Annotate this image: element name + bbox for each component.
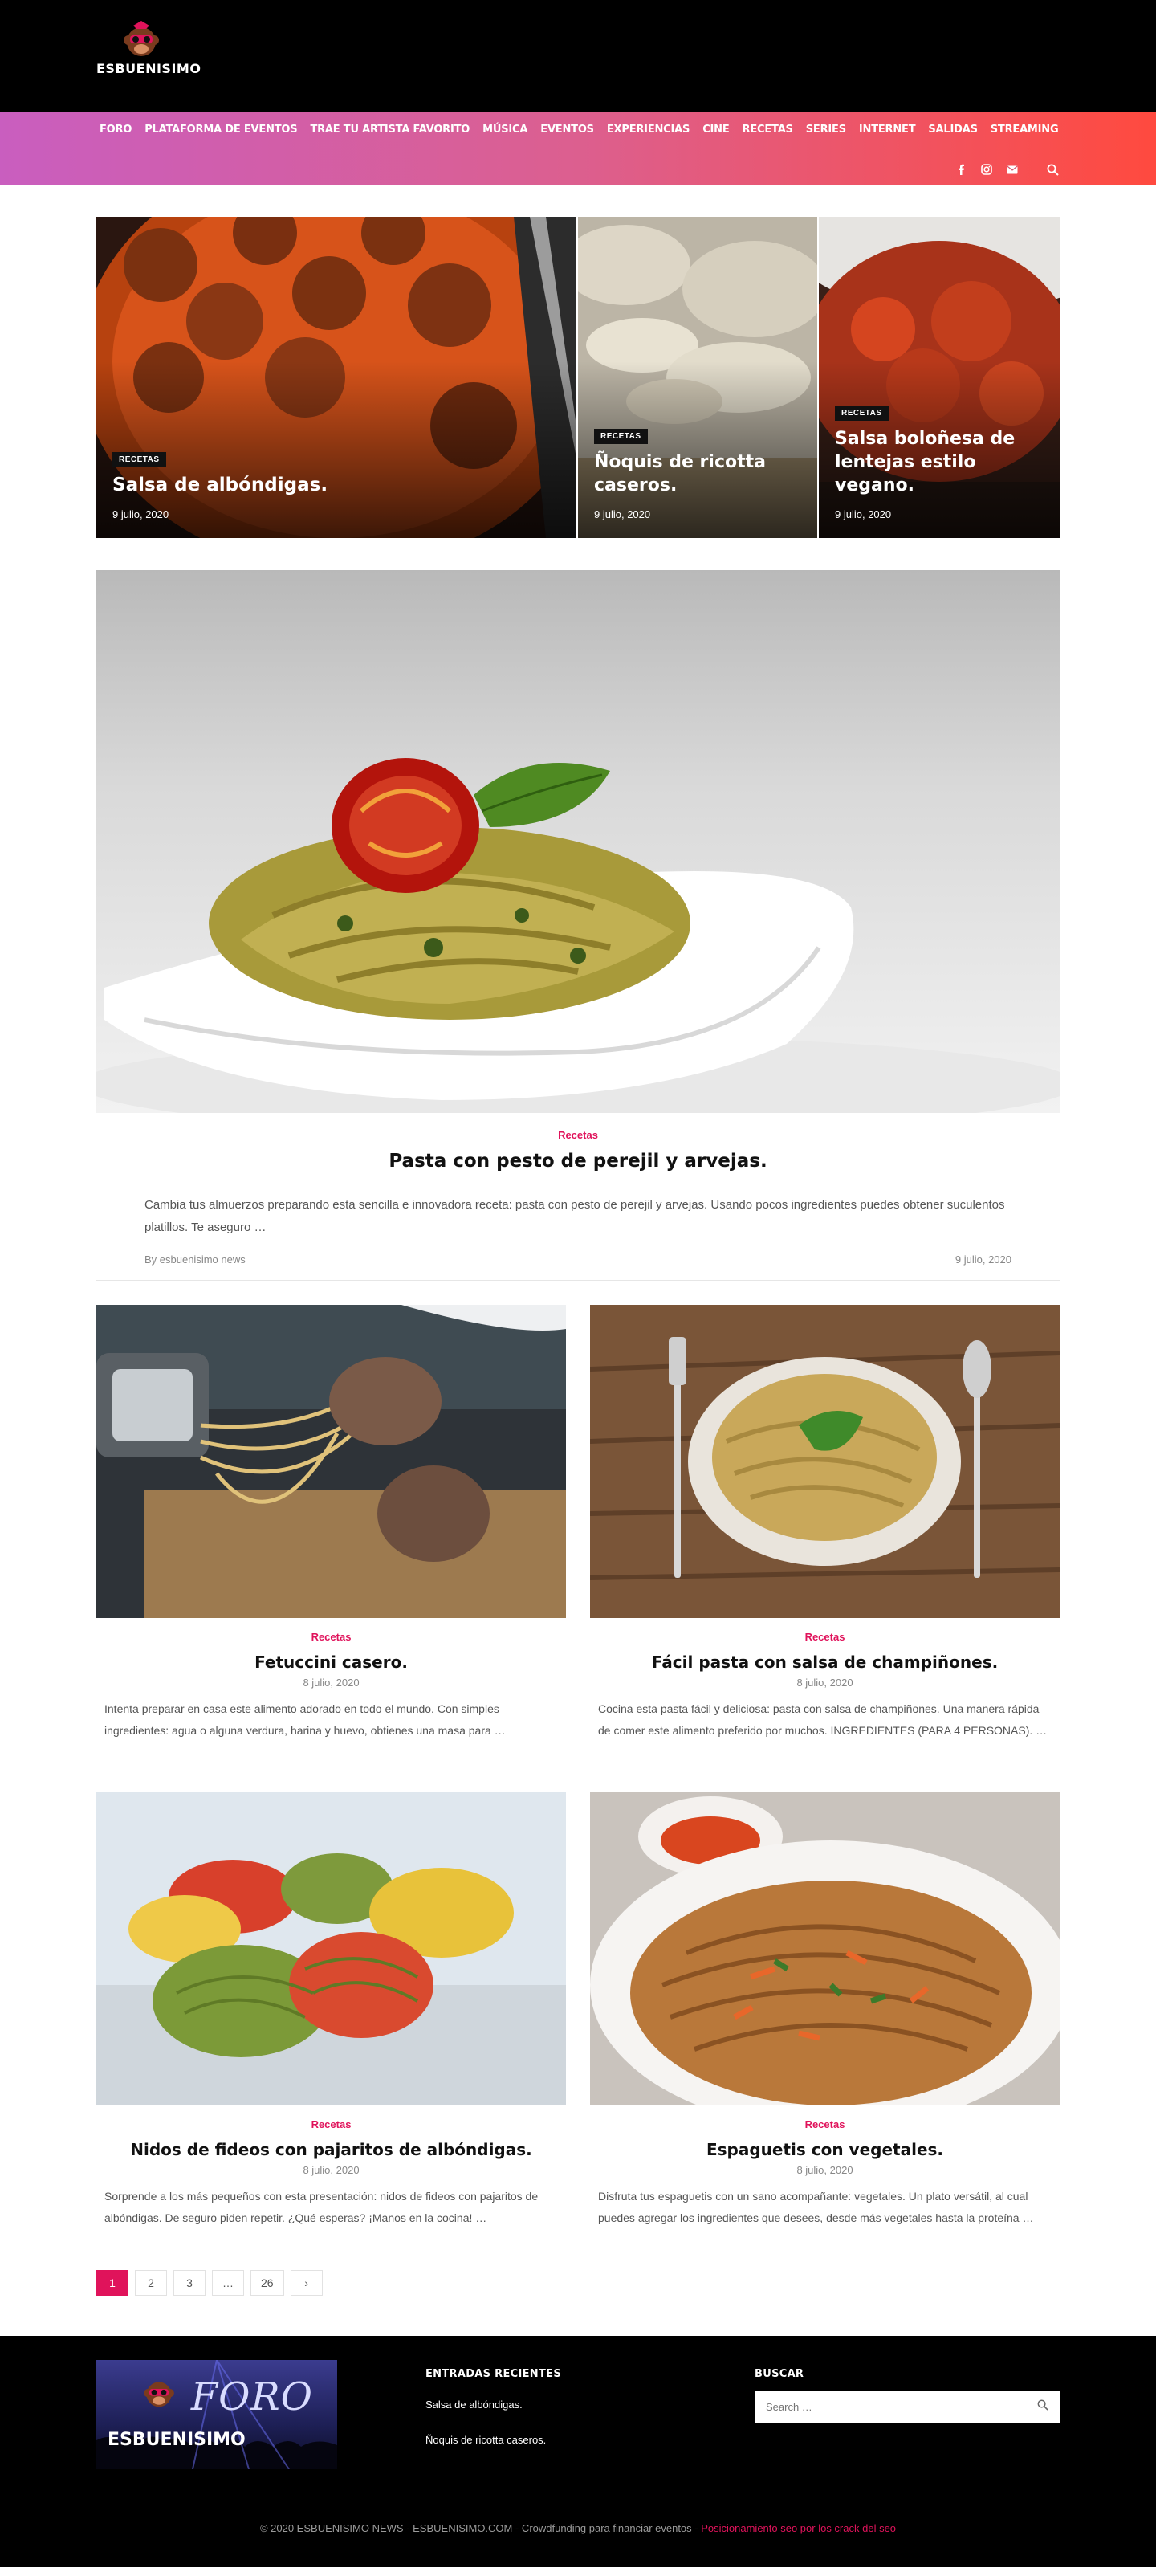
fetuccini-image[interactable] — [96, 1305, 566, 1618]
nav-item-streaming[interactable]: STREAMING — [984, 124, 1065, 136]
mushroom-pasta-image[interactable] — [590, 1305, 1060, 1618]
facebook-icon[interactable] — [954, 162, 968, 177]
site-footer: FORO ESBUENISIMO ENTRADAS RECIENTES Sals… — [0, 2336, 1156, 2567]
copyright: © 2020 ESBUENISIMO NEWS - ESBUENISIMO.CO… — [0, 2522, 1156, 2534]
search-widget-title: BUSCAR — [755, 2368, 804, 2380]
post-card: Recetas Espaguetis con vegetales. 8 juli… — [590, 1792, 1060, 2280]
nav-item-musica[interactable]: MÚSICA — [476, 124, 534, 136]
nav-item-trae-tu-artista[interactable]: TRAE TU ARTISTA FAVORITO — [303, 124, 476, 136]
post-category[interactable]: Recetas — [590, 1631, 1060, 1643]
featured-date: 9 julio, 2020 — [835, 508, 892, 520]
featured-meta: RECETAS Ñoquis de ricotta caseros. 9 jul… — [594, 428, 804, 520]
foro-brand: ESBUENISIMO — [108, 2430, 246, 2450]
copyright-text: © 2020 ESBUENISIMO NEWS - ESBUENISIMO.CO… — [259, 2522, 698, 2534]
nav-item-recetas[interactable]: RECETAS — [736, 124, 800, 136]
category-badge[interactable]: RECETAS — [594, 429, 648, 444]
post-date: 8 julio, 2020 — [303, 2164, 360, 2176]
featured-date: 9 julio, 2020 — [594, 508, 651, 520]
nav-item-plataforma-de-eventos[interactable]: PLATAFORMA DE EVENTOS — [138, 124, 303, 136]
post-excerpt: Intenta preparar en casa este alimento a… — [104, 1702, 506, 1737]
post-title[interactable]: Fácil pasta con salsa de champiñones. — [590, 1653, 1060, 1672]
instagram-icon[interactable] — [979, 162, 994, 177]
main-post: Recetas Pasta con pesto de perejil y arv… — [96, 570, 1060, 1266]
next-page-button[interactable]: › — [290, 2270, 323, 2296]
featured-title[interactable]: Salsa boloñesa de lentejas estilo vegano… — [835, 427, 1047, 497]
nav-item-eventos[interactable]: EVENTOS — [534, 124, 600, 136]
site-header: ESBUENISIMO FORO PLATAFORMA DE EVENTOS T… — [0, 0, 1156, 185]
page-3[interactable]: 3 — [173, 2270, 206, 2296]
post-category[interactable]: Recetas — [96, 1631, 566, 1643]
featured-title[interactable]: Ñoquis de ricotta caseros. — [594, 450, 804, 497]
page-2[interactable]: 2 — [135, 2270, 167, 2296]
nav-item-foro[interactable]: FORO — [100, 124, 138, 136]
featured-posts: RECETAS Salsa de albóndigas. 9 julio, 20… — [96, 217, 1060, 538]
veggie-spaghetti-image[interactable] — [590, 1792, 1060, 2105]
post-card: Recetas Fetuccini casero. 8 julio, 2020 … — [96, 1305, 566, 1792]
post-date: 8 julio, 2020 — [796, 1677, 853, 1689]
post-date: 8 julio, 2020 — [796, 2164, 853, 2176]
seo-link[interactable]: Posicionamiento seo por los crack del se… — [701, 2522, 896, 2534]
post-excerpt: Sorprende a los más pequeños con esta pr… — [104, 2190, 539, 2224]
logo-text: ESBUENISIMO — [96, 61, 201, 76]
post-grid: Recetas Fetuccini casero. 8 julio, 2020 … — [96, 1305, 1060, 2280]
post-title[interactable]: Espaguetis con vegetales. — [590, 2140, 1060, 2159]
recent-post-link[interactable]: Ñoquis de ricotta caseros. — [425, 2434, 546, 2446]
post-excerpt: Cocina esta pasta fácil y deliciosa: pas… — [598, 1702, 1048, 1737]
featured-date: 9 julio, 2020 — [112, 508, 169, 520]
featured-card[interactable]: RECETAS Salsa boloñesa de lentejas estil… — [819, 217, 1060, 538]
featured-card[interactable]: RECETAS Ñoquis de ricotta caseros. 9 jul… — [578, 217, 817, 538]
post-category[interactable]: Recetas — [96, 2118, 566, 2130]
foro-word: FORO — [190, 2374, 313, 2419]
nav-menu: FORO PLATAFORMA DE EVENTOS TRAE TU ARTIS… — [100, 124, 1064, 136]
category-badge[interactable]: RECETAS — [835, 406, 889, 421]
search-icon[interactable] — [1037, 2399, 1048, 2415]
featured-meta: RECETAS Salsa boloñesa de lentejas estil… — [835, 405, 1047, 520]
category-badge[interactable]: RECETAS — [112, 452, 166, 467]
post-title[interactable]: Fetuccini casero. — [96, 1653, 566, 1672]
post-author[interactable]: By esbuenisimo news — [144, 1253, 246, 1266]
monkey-logo-icon — [144, 2382, 174, 2407]
footer-search — [755, 2391, 1060, 2423]
featured-meta: RECETAS Salsa de albóndigas. 9 julio, 20… — [112, 451, 564, 520]
page-1[interactable]: 1 — [96, 2270, 128, 2296]
recent-posts-title: ENTRADAS RECIENTES — [425, 2368, 561, 2380]
post-meta: By esbuenisimo news 9 julio, 2020 — [144, 1253, 1012, 1266]
post-card: Recetas Fácil pasta con salsa de champiñ… — [590, 1305, 1060, 1792]
social-icons — [954, 162, 1060, 177]
post-date: 8 julio, 2020 — [303, 1677, 360, 1689]
nav-item-cine[interactable]: CINE — [696, 124, 735, 136]
post-category[interactable]: Recetas — [96, 1129, 1060, 1141]
page-ellipsis: … — [212, 2270, 244, 2296]
divider — [96, 1280, 1060, 1281]
recent-posts-list: Salsa de albóndigas. Ñoquis de ricotta c… — [425, 2399, 546, 2469]
featured-title[interactable]: Salsa de albóndigas. — [112, 474, 564, 497]
search-icon[interactable] — [1045, 162, 1060, 177]
foro-banner[interactable]: FORO ESBUENISIMO — [96, 2360, 337, 2469]
monkey-logo-icon — [124, 21, 159, 56]
noodle-nests-image[interactable] — [96, 1792, 566, 2105]
post-category[interactable]: Recetas — [590, 2118, 1060, 2130]
pesto-pasta-image[interactable] — [96, 570, 1060, 1113]
post-title[interactable]: Pasta con pesto de perejil y arvejas. — [96, 1151, 1060, 1172]
search-input[interactable] — [766, 2400, 1007, 2413]
post-card: Recetas Nidos de fideos con pajaritos de… — [96, 1792, 566, 2280]
post-excerpt: Disfruta tus espaguetis con un sano acom… — [598, 2190, 1034, 2224]
nav-item-experiencias[interactable]: EXPERIENCIAS — [600, 124, 696, 136]
post-title[interactable]: Nidos de fideos con pajaritos de albóndi… — [96, 2140, 566, 2159]
main-navigation: FORO PLATAFORMA DE EVENTOS TRAE TU ARTIS… — [0, 112, 1156, 185]
site-logo[interactable]: ESBUENISIMO — [96, 21, 201, 80]
nav-item-series[interactable]: SERIES — [800, 124, 853, 136]
page-26[interactable]: 26 — [250, 2270, 284, 2296]
nav-item-internet[interactable]: INTERNET — [853, 124, 922, 136]
post-date: 9 julio, 2020 — [955, 1253, 1012, 1266]
recent-post-link[interactable]: Salsa de albóndigas. — [425, 2399, 523, 2411]
post-excerpt: Cambia tus almuerzos preparando esta sen… — [144, 1198, 1005, 1234]
top-bar: ESBUENISIMO — [0, 0, 1156, 112]
nav-item-salidas[interactable]: SALIDAS — [922, 124, 983, 136]
featured-card[interactable]: RECETAS Salsa de albóndigas. 9 julio, 20… — [96, 217, 576, 538]
mail-icon[interactable] — [1005, 162, 1020, 177]
